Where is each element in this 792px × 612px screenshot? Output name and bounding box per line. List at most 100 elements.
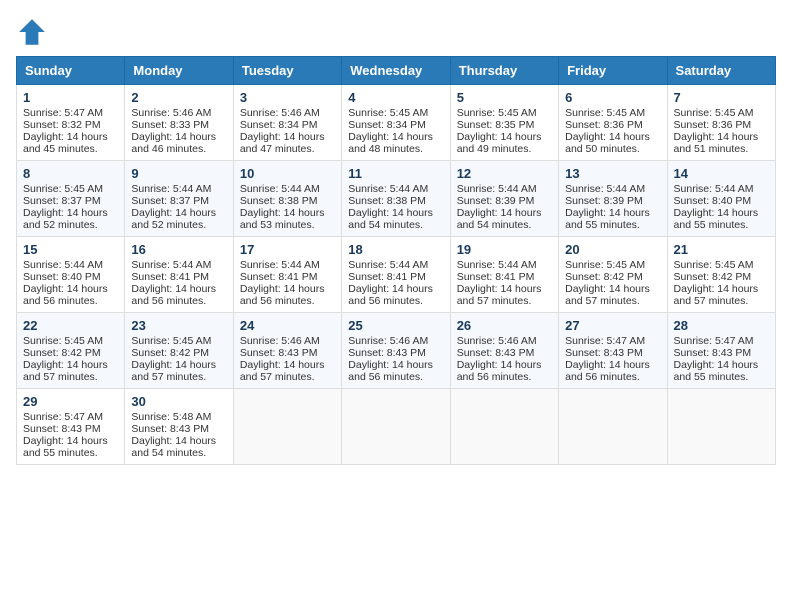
daylight-text: Daylight: 14 hours and 56 minutes. <box>240 283 325 307</box>
calendar-cell: 27 Sunrise: 5:47 AM Sunset: 8:43 PM Dayl… <box>559 313 667 389</box>
sunrise-text: Sunrise: 5:44 AM <box>348 259 428 271</box>
sunrise-text: Sunrise: 5:44 AM <box>131 259 211 271</box>
daylight-text: Daylight: 14 hours and 49 minutes. <box>457 131 542 155</box>
sunset-text: Sunset: 8:34 PM <box>348 119 426 131</box>
day-number: 25 <box>348 318 443 333</box>
calendar-cell: 11 Sunrise: 5:44 AM Sunset: 8:38 PM Dayl… <box>342 161 450 237</box>
day-number: 8 <box>23 166 118 181</box>
daylight-text: Daylight: 14 hours and 57 minutes. <box>23 359 108 383</box>
calendar-cell: 5 Sunrise: 5:45 AM Sunset: 8:35 PM Dayli… <box>450 85 558 161</box>
calendar-cell: 8 Sunrise: 5:45 AM Sunset: 8:37 PM Dayli… <box>17 161 125 237</box>
sunrise-text: Sunrise: 5:44 AM <box>348 183 428 195</box>
sunrise-text: Sunrise: 5:44 AM <box>240 183 320 195</box>
calendar-cell: 26 Sunrise: 5:46 AM Sunset: 8:43 PM Dayl… <box>450 313 558 389</box>
weekday-header: Wednesday <box>342 57 450 85</box>
day-number: 5 <box>457 90 552 105</box>
sunrise-text: Sunrise: 5:45 AM <box>674 107 754 119</box>
sunrise-text: Sunrise: 5:47 AM <box>23 107 103 119</box>
sunset-text: Sunset: 8:41 PM <box>348 271 426 283</box>
sunset-text: Sunset: 8:34 PM <box>240 119 318 131</box>
daylight-text: Daylight: 14 hours and 55 minutes. <box>565 207 650 231</box>
day-number: 4 <box>348 90 443 105</box>
calendar-cell: 9 Sunrise: 5:44 AM Sunset: 8:37 PM Dayli… <box>125 161 233 237</box>
day-number: 26 <box>457 318 552 333</box>
daylight-text: Daylight: 14 hours and 56 minutes. <box>23 283 108 307</box>
daylight-text: Daylight: 14 hours and 57 minutes. <box>131 359 216 383</box>
day-number: 21 <box>674 242 769 257</box>
sunset-text: Sunset: 8:38 PM <box>240 195 318 207</box>
calendar-cell: 17 Sunrise: 5:44 AM Sunset: 8:41 PM Dayl… <box>233 237 341 313</box>
sunset-text: Sunset: 8:43 PM <box>457 347 535 359</box>
sunrise-text: Sunrise: 5:45 AM <box>131 335 211 347</box>
sunset-text: Sunset: 8:40 PM <box>674 195 752 207</box>
calendar-cell: 21 Sunrise: 5:45 AM Sunset: 8:42 PM Dayl… <box>667 237 775 313</box>
calendar-cell: 20 Sunrise: 5:45 AM Sunset: 8:42 PM Dayl… <box>559 237 667 313</box>
day-number: 20 <box>565 242 660 257</box>
calendar-cell: 12 Sunrise: 5:44 AM Sunset: 8:39 PM Dayl… <box>450 161 558 237</box>
day-number: 24 <box>240 318 335 333</box>
day-number: 22 <box>23 318 118 333</box>
daylight-text: Daylight: 14 hours and 56 minutes. <box>565 359 650 383</box>
calendar-cell <box>342 389 450 465</box>
day-number: 12 <box>457 166 552 181</box>
daylight-text: Daylight: 14 hours and 45 minutes. <box>23 131 108 155</box>
daylight-text: Daylight: 14 hours and 52 minutes. <box>131 207 216 231</box>
daylight-text: Daylight: 14 hours and 55 minutes. <box>674 359 759 383</box>
calendar-cell: 22 Sunrise: 5:45 AM Sunset: 8:42 PM Dayl… <box>17 313 125 389</box>
day-number: 11 <box>348 166 443 181</box>
calendar-cell <box>450 389 558 465</box>
calendar-cell <box>559 389 667 465</box>
calendar-cell: 10 Sunrise: 5:44 AM Sunset: 8:38 PM Dayl… <box>233 161 341 237</box>
daylight-text: Daylight: 14 hours and 55 minutes. <box>674 207 759 231</box>
sunset-text: Sunset: 8:43 PM <box>674 347 752 359</box>
sunset-text: Sunset: 8:41 PM <box>240 271 318 283</box>
day-number: 13 <box>565 166 660 181</box>
calendar-cell <box>233 389 341 465</box>
sunrise-text: Sunrise: 5:45 AM <box>23 183 103 195</box>
calendar-cell: 2 Sunrise: 5:46 AM Sunset: 8:33 PM Dayli… <box>125 85 233 161</box>
day-number: 23 <box>131 318 226 333</box>
sunrise-text: Sunrise: 5:45 AM <box>23 335 103 347</box>
day-number: 16 <box>131 242 226 257</box>
sunrise-text: Sunrise: 5:45 AM <box>674 259 754 271</box>
sunset-text: Sunset: 8:36 PM <box>565 119 643 131</box>
daylight-text: Daylight: 14 hours and 48 minutes. <box>348 131 433 155</box>
calendar-cell: 19 Sunrise: 5:44 AM Sunset: 8:41 PM Dayl… <box>450 237 558 313</box>
sunrise-text: Sunrise: 5:45 AM <box>565 259 645 271</box>
sunset-text: Sunset: 8:35 PM <box>457 119 535 131</box>
sunset-text: Sunset: 8:42 PM <box>674 271 752 283</box>
calendar-cell: 24 Sunrise: 5:46 AM Sunset: 8:43 PM Dayl… <box>233 313 341 389</box>
daylight-text: Daylight: 14 hours and 47 minutes. <box>240 131 325 155</box>
daylight-text: Daylight: 14 hours and 53 minutes. <box>240 207 325 231</box>
calendar-cell <box>667 389 775 465</box>
calendar-cell: 18 Sunrise: 5:44 AM Sunset: 8:41 PM Dayl… <box>342 237 450 313</box>
daylight-text: Daylight: 14 hours and 56 minutes. <box>131 283 216 307</box>
day-number: 14 <box>674 166 769 181</box>
calendar-cell: 1 Sunrise: 5:47 AM Sunset: 8:32 PM Dayli… <box>17 85 125 161</box>
sunrise-text: Sunrise: 5:45 AM <box>348 107 428 119</box>
sunrise-text: Sunrise: 5:44 AM <box>240 259 320 271</box>
day-number: 18 <box>348 242 443 257</box>
sunrise-text: Sunrise: 5:47 AM <box>23 411 103 423</box>
sunrise-text: Sunrise: 5:44 AM <box>23 259 103 271</box>
calendar-cell: 30 Sunrise: 5:48 AM Sunset: 8:43 PM Dayl… <box>125 389 233 465</box>
day-number: 9 <box>131 166 226 181</box>
calendar-week-row: 22 Sunrise: 5:45 AM Sunset: 8:42 PM Dayl… <box>17 313 776 389</box>
calendar-cell: 13 Sunrise: 5:44 AM Sunset: 8:39 PM Dayl… <box>559 161 667 237</box>
sunrise-text: Sunrise: 5:48 AM <box>131 411 211 423</box>
sunrise-text: Sunrise: 5:47 AM <box>674 335 754 347</box>
daylight-text: Daylight: 14 hours and 57 minutes. <box>565 283 650 307</box>
sunrise-text: Sunrise: 5:44 AM <box>131 183 211 195</box>
daylight-text: Daylight: 14 hours and 57 minutes. <box>674 283 759 307</box>
day-number: 15 <box>23 242 118 257</box>
sunset-text: Sunset: 8:37 PM <box>23 195 101 207</box>
sunrise-text: Sunrise: 5:44 AM <box>457 259 537 271</box>
day-number: 19 <box>457 242 552 257</box>
sunrise-text: Sunrise: 5:46 AM <box>240 335 320 347</box>
daylight-text: Daylight: 14 hours and 56 minutes. <box>348 283 433 307</box>
sunrise-text: Sunrise: 5:46 AM <box>348 335 428 347</box>
calendar-week-row: 15 Sunrise: 5:44 AM Sunset: 8:40 PM Dayl… <box>17 237 776 313</box>
day-number: 28 <box>674 318 769 333</box>
sunset-text: Sunset: 8:43 PM <box>131 423 209 435</box>
day-number: 30 <box>131 394 226 409</box>
